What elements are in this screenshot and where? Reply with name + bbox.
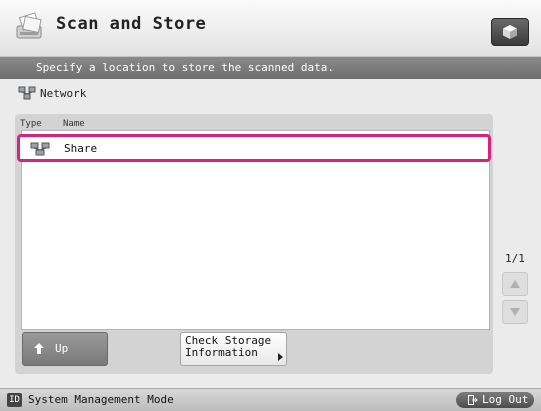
location-label: Network [40,87,87,100]
network-share-icon [30,142,50,156]
chevron-down-icon [510,308,520,316]
up-arrow-icon [34,343,44,354]
page-title: Scan and Store [56,14,207,34]
log-out-icon [468,395,478,405]
check-storage-information-button[interactable]: Check Storage Information [180,332,287,366]
log-out-label: Log Out [482,393,529,406]
home-button[interactable] [491,18,529,46]
column-header-name: Name [63,119,85,129]
column-header-type: Type [20,119,42,129]
instruction-bar: Specify a location to store the scanned … [0,57,541,79]
list-item-share[interactable]: Share [17,134,491,162]
up-button-label: Up [55,342,69,355]
log-out-button[interactable]: Log Out [456,392,534,408]
page-down-button[interactable] [502,300,528,324]
scan-and-store-icon [16,12,42,39]
page-up-button[interactable] [502,272,528,296]
up-button[interactable]: Up [22,332,108,366]
scan-and-store-screen: Scan and Store Specify a location to sto… [0,0,541,411]
network-icon [18,86,36,100]
chevron-up-icon [510,280,520,288]
chevron-right-icon [278,353,283,361]
mode-text: System Management Mode [28,393,174,406]
check-storage-label: Check Storage Information [185,334,272,359]
list-item-label: Share [64,142,98,155]
id-badge: ID [7,393,22,407]
home-cube-icon [503,25,517,39]
header-bar: Scan and Store [0,0,541,57]
page-indicator: 1/1 [505,252,525,265]
status-bar: ID System Management Mode Log Out [0,388,541,411]
